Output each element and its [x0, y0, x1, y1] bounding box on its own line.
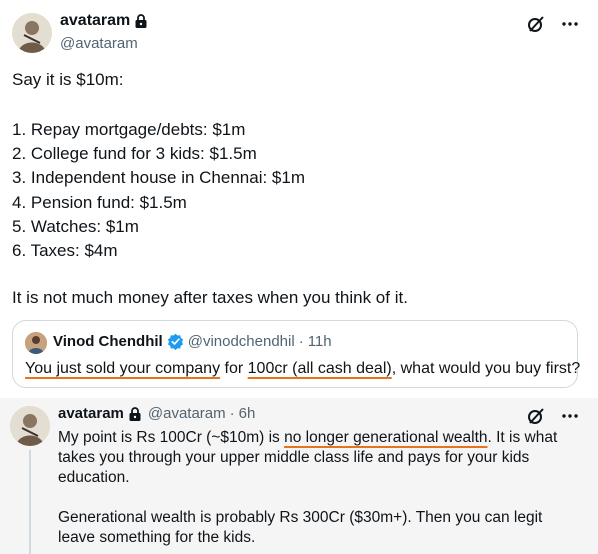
author-handle[interactable]: @avataram	[60, 35, 138, 52]
quote-display-name[interactable]: Vinod Chendhil	[53, 333, 163, 350]
tweet-list: 1. Repay mortgage/debts: $1m 2. College …	[12, 118, 582, 263]
lock-icon	[128, 406, 142, 422]
more-icon[interactable]	[560, 406, 580, 426]
avatar-image	[10, 406, 50, 446]
list-item: 6. Taxes: $4m	[12, 240, 118, 260]
reply-handle[interactable]: @avataram	[148, 405, 226, 422]
reply-timestamp[interactable]: 6h	[239, 405, 256, 422]
quote-name-row: Vinod Chendhil @vinodchendhil · 11h	[53, 333, 332, 350]
author-name-row: avataram	[60, 12, 148, 30]
reply-actions	[526, 406, 580, 426]
tweet-intro: Say it is $10m:	[12, 70, 124, 89]
reply-paragraph-1: My point is Rs 100Cr (~$10m) is no longe…	[58, 428, 578, 488]
list-item: 3. Independent house in Chennai: $1m	[12, 168, 306, 188]
quote-text-segment: for	[220, 360, 248, 377]
quote-timestamp[interactable]: 11h	[308, 333, 332, 350]
quote-handle[interactable]: @vinodchendhil	[188, 333, 295, 350]
reply-text-highlight: no longer generational wealth	[284, 429, 488, 446]
quote-separator: ·	[298, 333, 304, 350]
quote-avatar[interactable]	[25, 332, 47, 354]
avatar[interactable]	[10, 406, 50, 446]
reply-separator: ·	[229, 405, 235, 422]
reply-paragraph-2: Generational wealth is probably Rs 300Cr…	[58, 509, 543, 546]
grok-icon[interactable]	[526, 14, 546, 34]
quote-text-highlight: You just sold your company	[25, 360, 221, 377]
thread-line	[29, 450, 31, 554]
quote-text-highlight: 100cr (all cash deal)	[247, 360, 392, 377]
quote-avatar-image	[25, 332, 47, 354]
list-item: 5. Watches: $1m	[12, 216, 139, 236]
tweet-outro: It is not much money after taxes when yo…	[12, 288, 408, 307]
list-item: 4. Pension fund: $1.5m	[12, 192, 187, 212]
author-display-name[interactable]: avataram	[60, 12, 130, 30]
reply-display-name[interactable]: avataram	[58, 405, 124, 422]
reply-tweet: avataram @avataram · 6h My point is Rs 1…	[0, 398, 598, 554]
reply-text-segment: My point is Rs 100Cr (~$10m) is	[58, 429, 285, 446]
list-item: 1. Repay mortgage/debts: $1m	[12, 120, 246, 139]
avatar-image	[12, 13, 52, 53]
more-icon[interactable]	[560, 14, 580, 34]
list-item: 2. College fund for 3 kids: $1.5m	[12, 144, 257, 164]
quote-text-segment: , what would you buy first?	[391, 360, 581, 377]
lock-icon	[134, 13, 148, 29]
quoted-tweet-card[interactable]: Vinod Chendhil @vinodchendhil · 11h You …	[12, 320, 580, 388]
reply-name-row: avataram @avataram · 6h	[58, 405, 255, 422]
grok-icon[interactable]	[526, 406, 546, 426]
verified-icon	[167, 333, 184, 350]
main-tweet: avataram @avataram Say it is $10m: 1. Re…	[0, 0, 598, 398]
tweet-actions	[526, 14, 580, 34]
quote-text: You just sold your company for 100cr (al…	[25, 360, 580, 378]
avatar[interactable]	[12, 13, 52, 53]
